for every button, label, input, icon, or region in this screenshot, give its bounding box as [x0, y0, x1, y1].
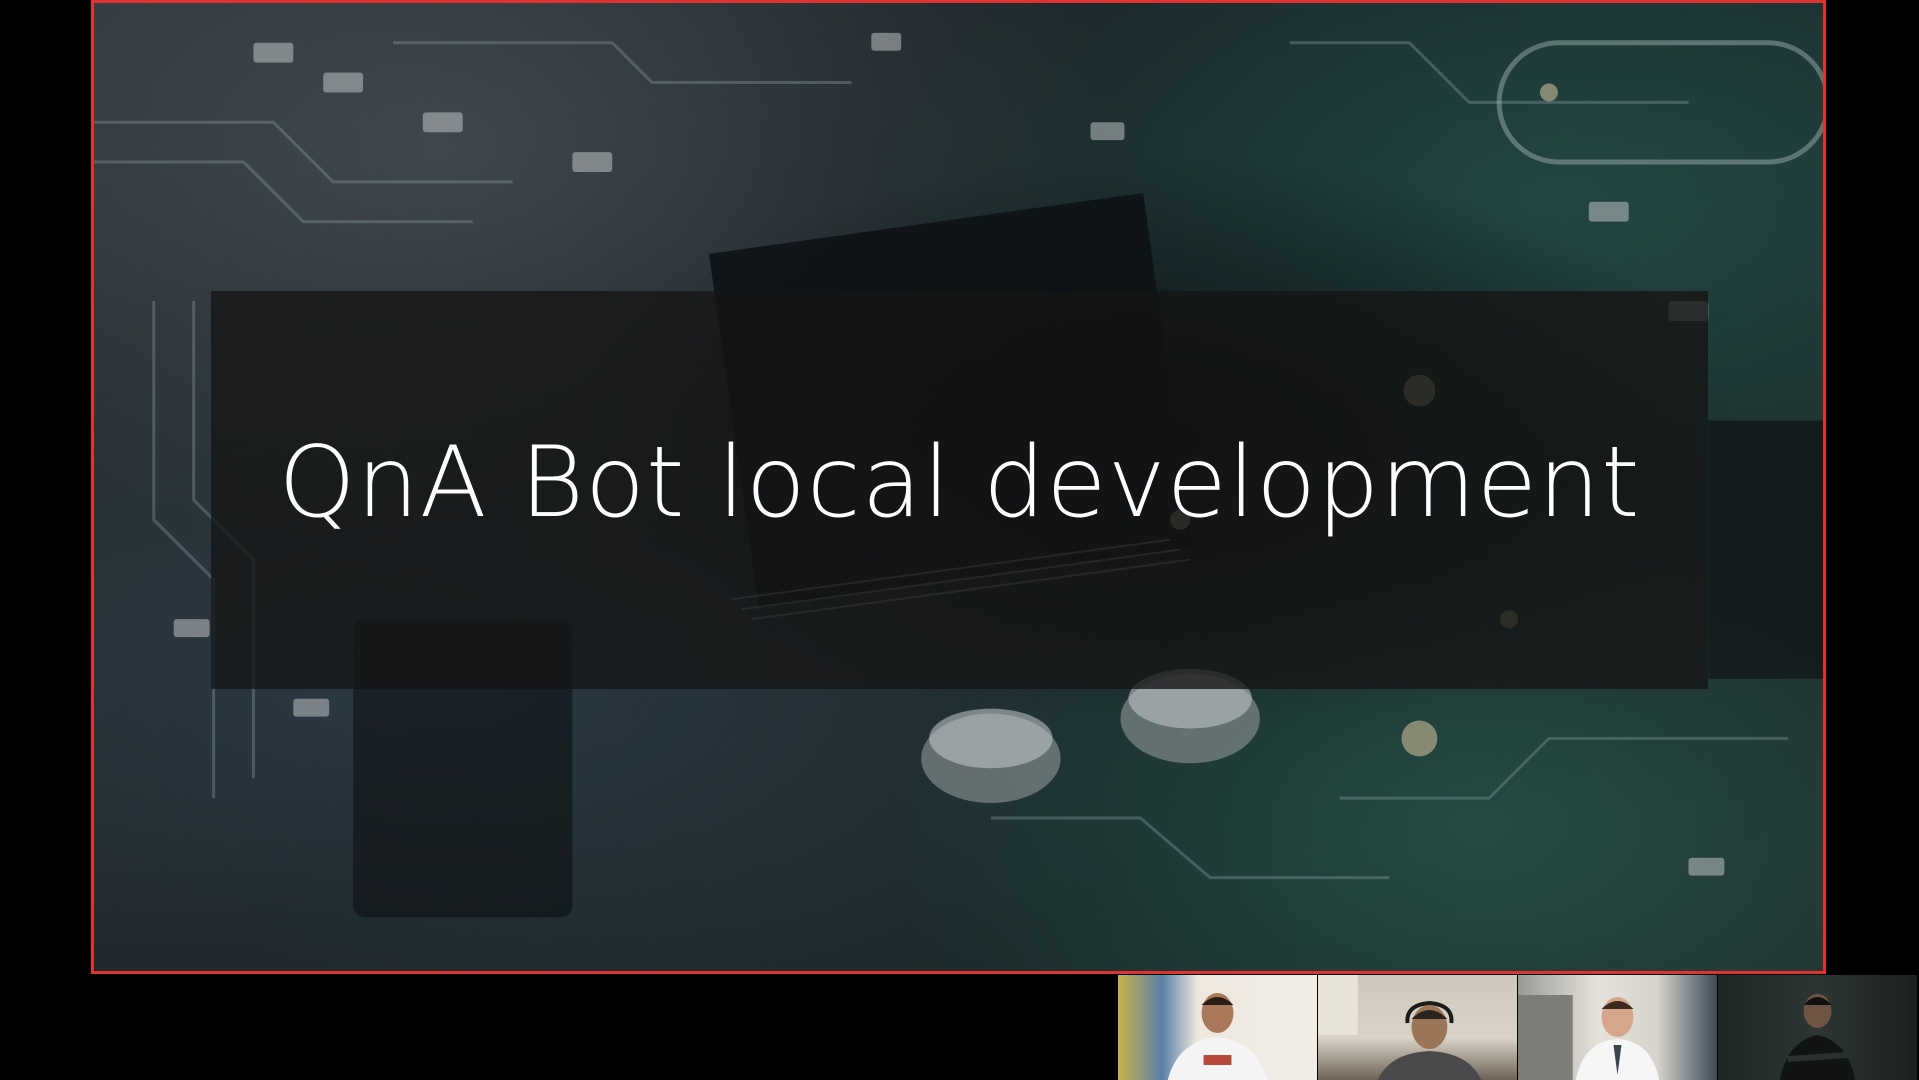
slide-title: QnA Bot local development — [278, 426, 1641, 540]
participant-video-icon — [1518, 995, 1660, 1080]
meeting-stage: QnA Bot local development — [0, 0, 1919, 1080]
slide-title-banner: QnA Bot local development — [211, 291, 1708, 689]
participant-tile-4[interactable] — [1718, 975, 1918, 1080]
participant-video-icon — [1318, 975, 1482, 1080]
participant-video-icon — [1779, 994, 1856, 1080]
participant-video-icon — [1167, 993, 1268, 1080]
participant-tile-2[interactable] — [1318, 975, 1518, 1080]
participant-tile-1[interactable] — [1118, 975, 1318, 1080]
participant-tile-3[interactable] — [1518, 975, 1718, 1080]
shared-screen-slide: QnA Bot local development — [91, 0, 1826, 974]
participant-strip — [1118, 975, 1919, 1080]
